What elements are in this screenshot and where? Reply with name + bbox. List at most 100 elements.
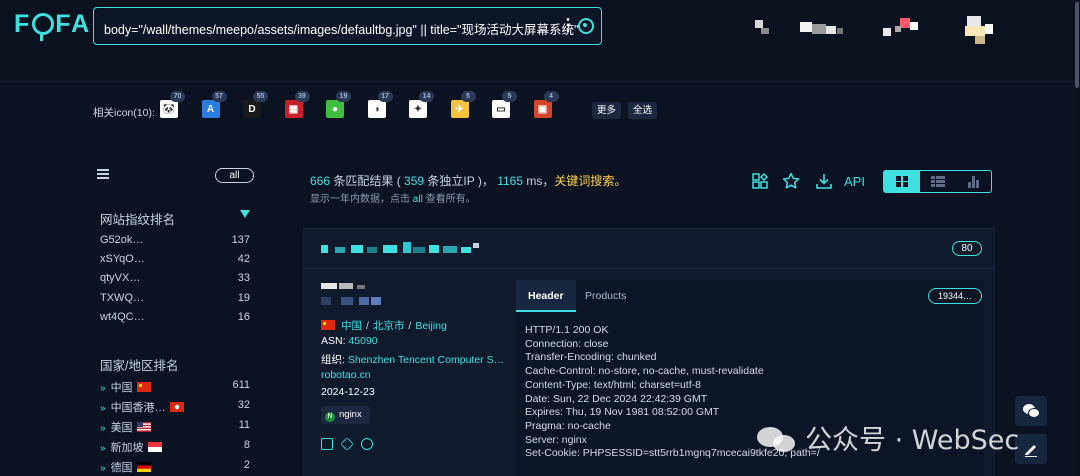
fingerprint-row[interactable]: qtyVX… 33 bbox=[100, 272, 250, 288]
tab-header[interactable]: Header bbox=[516, 280, 576, 312]
red-grid-icon[interactable]: ▦ 39 bbox=[284, 91, 310, 118]
fingerprint-row[interactable]: wt4QC… 16 bbox=[100, 311, 250, 327]
panda-icon[interactable]: 🐼 70 bbox=[160, 91, 185, 118]
d-brand-icon[interactable]: D 55 bbox=[243, 91, 268, 118]
grid-icon bbox=[896, 176, 908, 187]
rocket-icon[interactable]: ✦ 14 bbox=[409, 91, 434, 118]
list-view-button[interactable] bbox=[920, 171, 956, 192]
location-city[interactable]: 北京市 bbox=[373, 320, 405, 332]
note-after: 查看所有。 bbox=[422, 194, 476, 205]
asn-value[interactable]: 45090 bbox=[348, 335, 377, 347]
download-icon[interactable] bbox=[815, 172, 833, 190]
country-row[interactable]: » 中国香港… 32 bbox=[100, 399, 250, 415]
icon-count-badge: 14 bbox=[419, 91, 434, 102]
api-button[interactable]: API bbox=[844, 174, 865, 189]
cube-icon[interactable] bbox=[340, 437, 354, 451]
scrollbar-thumb[interactable] bbox=[1075, 2, 1079, 88]
code-icon[interactable] bbox=[321, 438, 333, 450]
fofa-logo[interactable]: F FA bbox=[14, 10, 91, 41]
unique-ip-count: 359 bbox=[404, 174, 425, 188]
icon-count-badge: 5 bbox=[460, 91, 476, 102]
country-count: 2 bbox=[243, 459, 250, 471]
fingerprint-count: 137 bbox=[231, 234, 250, 246]
total-count: 666 bbox=[310, 174, 331, 188]
note-all-link[interactable]: all bbox=[413, 194, 423, 205]
country-count: 32 bbox=[237, 399, 250, 411]
search-bar[interactable]: body="/wall/themes/meepo/assets/images/d… bbox=[93, 7, 602, 45]
document-icon[interactable]: ▭ 5 bbox=[492, 91, 517, 118]
compare-icon[interactable] bbox=[751, 172, 769, 190]
wechat-green-icon[interactable]: ● 19 bbox=[326, 91, 351, 118]
country-row[interactable]: » 中国 611 bbox=[100, 379, 250, 395]
more-icons-button[interactable]: 更多 bbox=[592, 102, 622, 119]
keyword-search-link[interactable]: 关键词搜索。 bbox=[554, 174, 626, 188]
cn-flag-icon bbox=[136, 382, 151, 392]
asn-line: ASN: 45090 bbox=[321, 335, 378, 347]
fingerprint-count: 33 bbox=[237, 272, 250, 285]
ball-icon[interactable]: ◑ 17 bbox=[367, 91, 393, 118]
org-label: 组织: bbox=[321, 354, 345, 366]
wechat-watermark-icon bbox=[757, 425, 797, 453]
icon-count-badge: 39 bbox=[294, 91, 310, 102]
asn-label: ASN: bbox=[321, 335, 346, 347]
edit-float-button[interactable] bbox=[1015, 434, 1047, 464]
icon-hash-button[interactable]: 19344… bbox=[928, 288, 982, 304]
location-country[interactable]: 中国 bbox=[341, 320, 362, 332]
results-summary: 666 条匹配结果 ( 359 条独立IP )， 1165 ms，关键词搜索。 bbox=[310, 172, 626, 189]
host-title-blurred[interactable] bbox=[321, 242, 481, 256]
ip-address-blurred[interactable] bbox=[321, 281, 386, 307]
org-value[interactable]: Shenzhen Tencent Computer S… bbox=[348, 354, 504, 366]
grid-view-button[interactable] bbox=[884, 171, 920, 192]
chevron-right-icon: » bbox=[100, 423, 106, 434]
fingerprint-row[interactable]: G52ok… 137 bbox=[100, 234, 250, 250]
select-all-button[interactable]: 全选 bbox=[628, 102, 658, 119]
refresh-icon[interactable] bbox=[361, 438, 373, 450]
red-seal-icon[interactable]: ▣ 4 bbox=[533, 91, 559, 118]
star-icon[interactable] bbox=[782, 172, 800, 190]
more-options-icon[interactable]: ⋮ bbox=[560, 16, 576, 36]
domain-link[interactable]: robotao.cn bbox=[321, 369, 371, 381]
location-city-en[interactable]: Beijing bbox=[415, 320, 447, 332]
country-row[interactable]: » 新加坡 8 bbox=[100, 439, 250, 455]
org-line: 组织: Shenzhen Tencent Computer S… bbox=[321, 352, 504, 367]
runner-icon[interactable]: ✈ 5 bbox=[450, 91, 476, 118]
fingerprint-count: 42 bbox=[237, 253, 250, 266]
wechat-float-button[interactable] bbox=[1015, 396, 1047, 426]
product-tag-label: nginx bbox=[339, 409, 362, 420]
country-row[interactable]: » 德国 2 bbox=[100, 459, 250, 475]
funnel-icon[interactable] bbox=[240, 210, 250, 218]
icon-glyph: ▦ bbox=[288, 103, 299, 115]
date-value: 2024-12-23 bbox=[321, 386, 375, 398]
fingerprint-row[interactable]: xSYqO… 42 bbox=[100, 253, 250, 269]
tab-products[interactable]: Products bbox=[573, 280, 638, 312]
port-badge[interactable]: 80 bbox=[952, 241, 982, 256]
icon-glyph: D bbox=[248, 103, 256, 115]
fingerprint-row[interactable]: TXWQ… 19 bbox=[100, 292, 250, 308]
all-toggle[interactable]: all bbox=[215, 168, 254, 183]
stats-view-button[interactable] bbox=[956, 171, 992, 192]
country-label-group: » 中国香港… bbox=[100, 399, 184, 415]
country-count: 611 bbox=[232, 379, 250, 391]
view-mode-toggle bbox=[883, 170, 992, 193]
fingerprint-count: 16 bbox=[237, 310, 250, 323]
filter-settings-icon[interactable] bbox=[97, 168, 109, 180]
total-text: 条匹配结果 ( bbox=[330, 174, 401, 188]
icon-count-badge: 17 bbox=[377, 91, 393, 102]
user-menu-blurred[interactable] bbox=[755, 16, 1000, 46]
icon-count-badge: 5 bbox=[502, 91, 517, 102]
country-row[interactable]: » 美国 11 bbox=[100, 419, 250, 435]
country-label-group: » 中国 bbox=[100, 379, 151, 395]
icon-count-badge: 4 bbox=[543, 91, 559, 102]
icon-glyph: ✈ bbox=[455, 103, 464, 115]
icon-glyph: 🐼 bbox=[162, 103, 176, 115]
product-tag[interactable]: Nnginx bbox=[321, 406, 370, 424]
country-ranking-title: 国家/地区排名 bbox=[100, 359, 179, 373]
search-input[interactable]: body="/wall/themes/meepo/assets/images/d… bbox=[104, 19, 578, 38]
country-label: 中国香港… bbox=[110, 402, 166, 414]
app-store-icon[interactable]: A 57 bbox=[201, 91, 227, 118]
page-scrollbar[interactable] bbox=[1074, 0, 1080, 476]
country-label-group: » 新加坡 bbox=[100, 439, 162, 455]
search-icon[interactable] bbox=[578, 18, 594, 34]
us-flag-icon bbox=[136, 422, 151, 432]
watermark-text: 公众号 · WebSec bbox=[805, 425, 1020, 456]
